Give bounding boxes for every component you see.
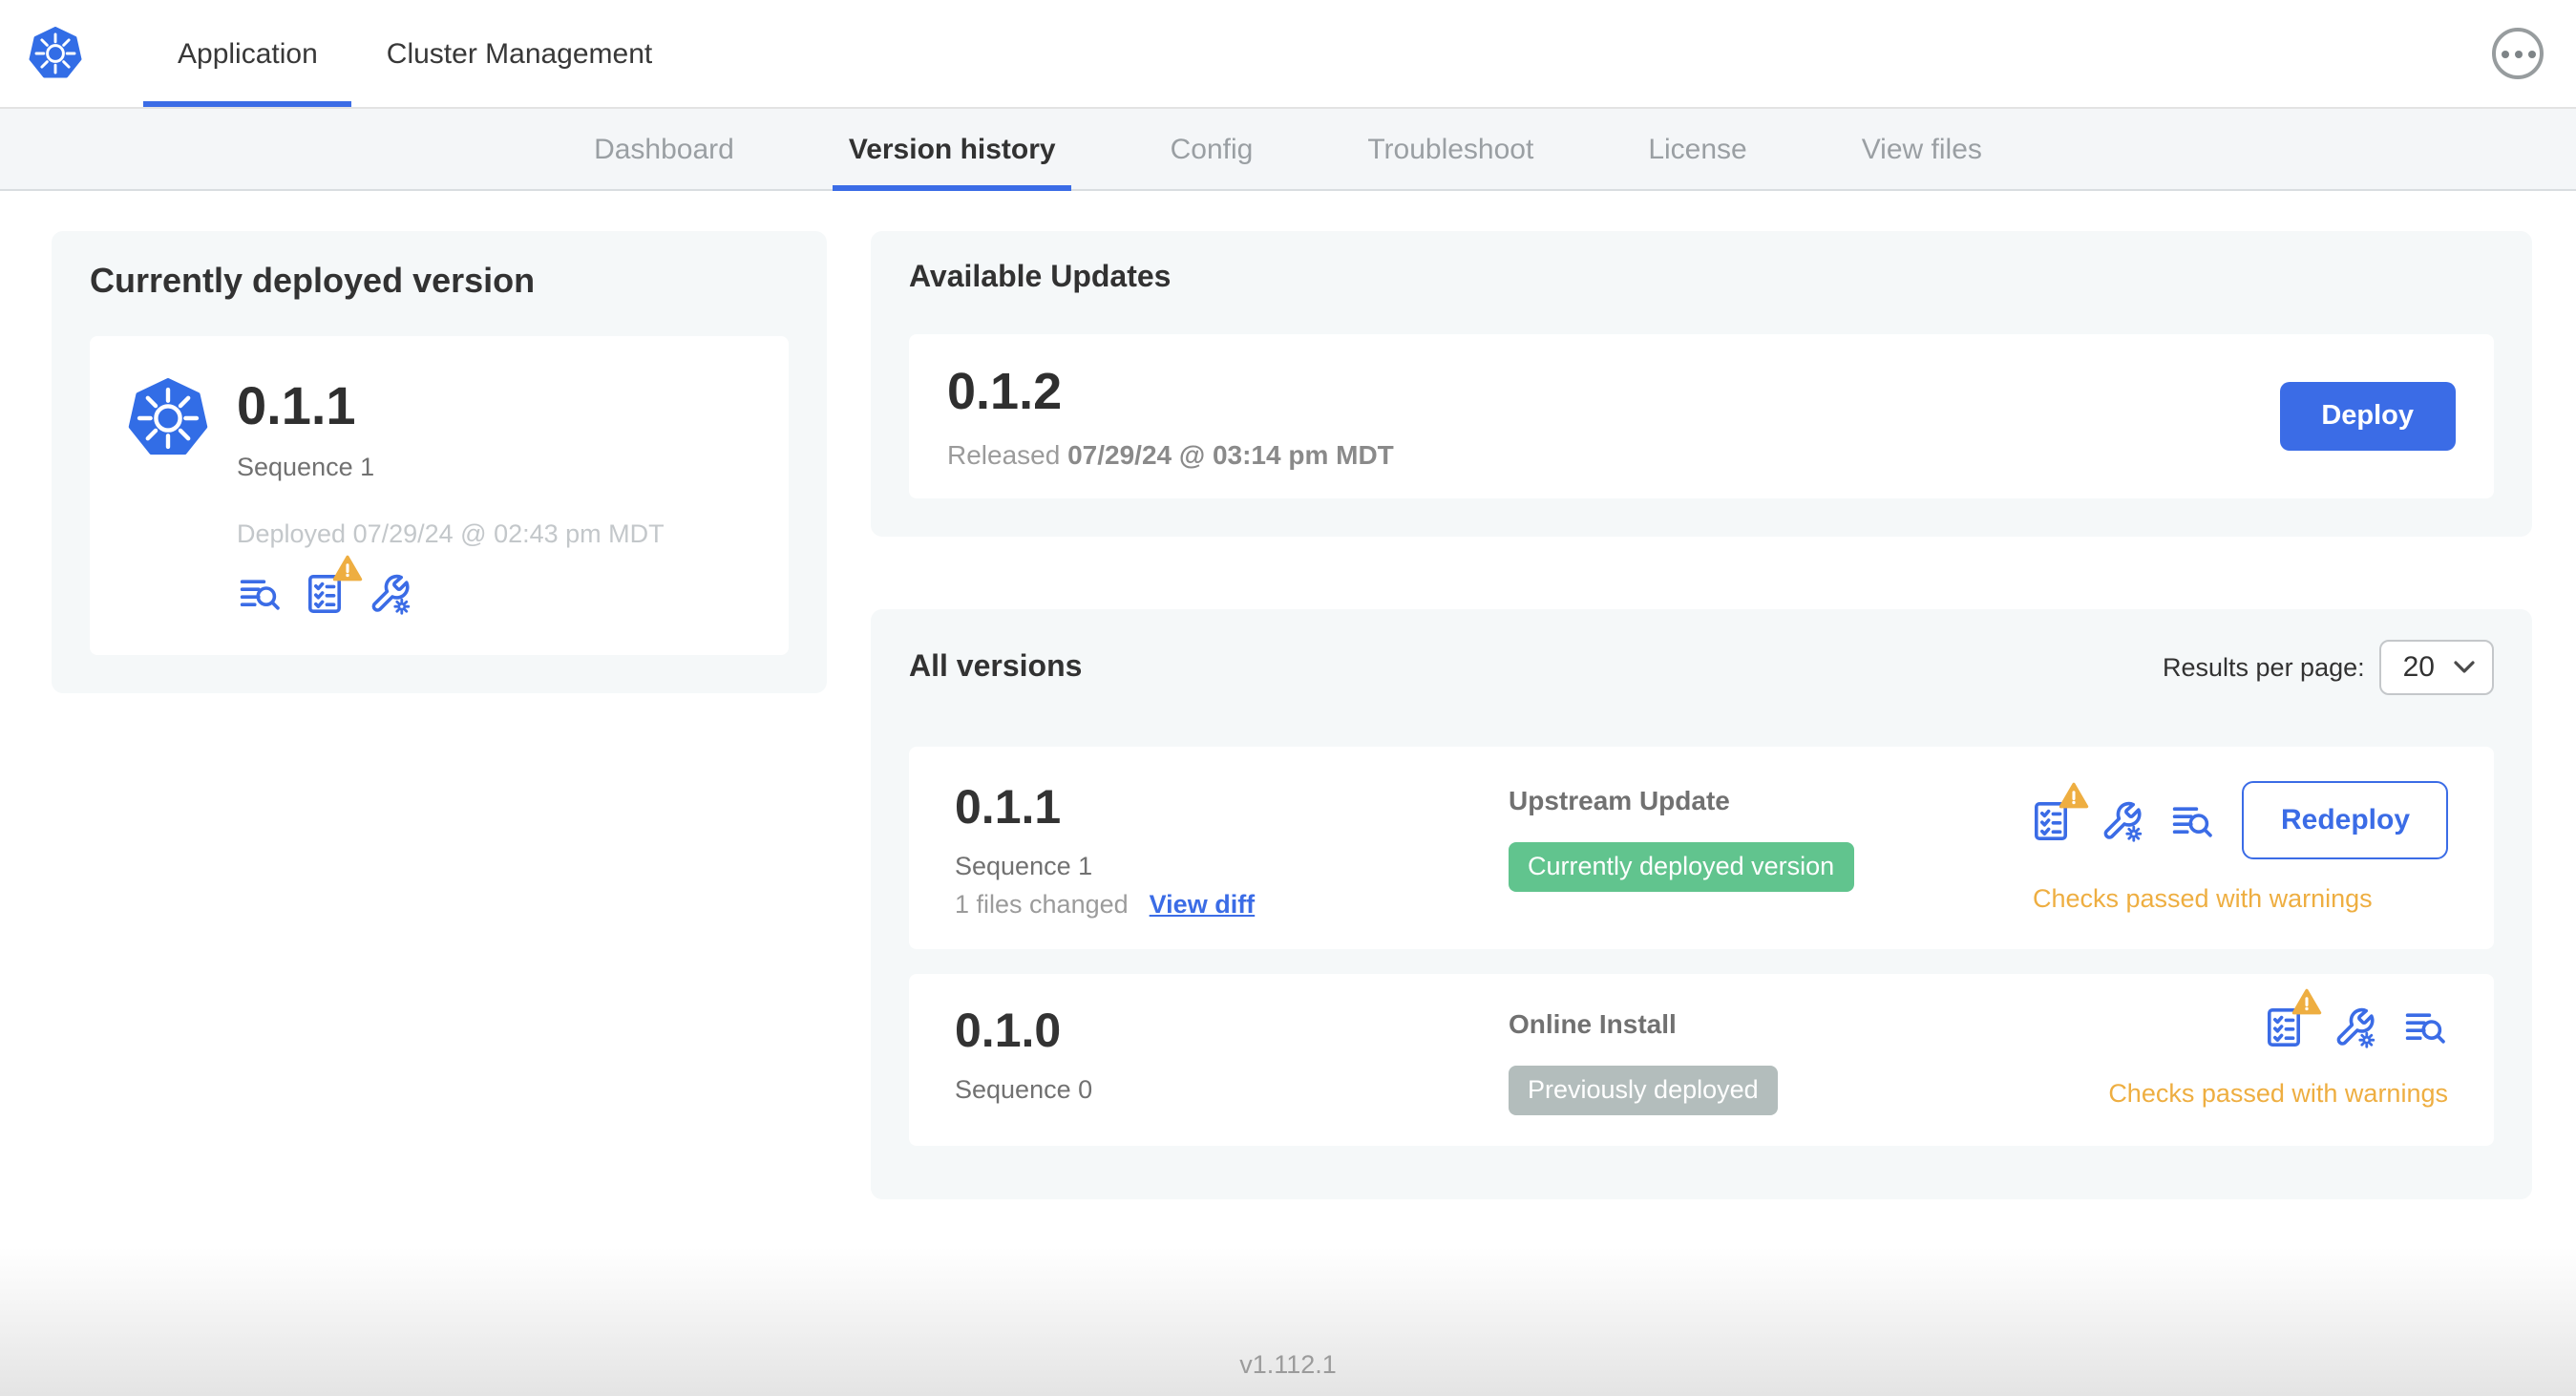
view-diff-link[interactable]: View diff: [1150, 890, 1256, 919]
deploy-logs-icon[interactable]: [2170, 797, 2216, 843]
tab-application[interactable]: Application: [143, 0, 353, 107]
version-row-source: Online Install Previously deployed: [1509, 1005, 2108, 1115]
tab-application-label: Application: [178, 37, 318, 70]
current-version-panel: Currently deployed version 0.1.1 Sequenc…: [52, 231, 827, 693]
current-version-sequence: Sequence 1: [237, 452, 375, 481]
version-row: 0.1.1 Sequence 1 1 files changed View di…: [909, 747, 2494, 949]
tab-cluster-management-label: Cluster Management: [386, 37, 653, 70]
version-history-column: Available Updates 0.1.2 Released 07/29/2…: [871, 231, 2532, 1199]
warning-triangle-icon: [2291, 988, 2322, 1014]
version-number: 0.1.1: [955, 781, 1062, 835]
top-tab-bar: Application Cluster Management: [143, 0, 686, 107]
current-version-title: Currently deployed version: [90, 262, 536, 300]
version-row-source: Upstream Update Currently deployed versi…: [1509, 781, 2029, 919]
console-version-text: v1.112.1: [1239, 1350, 1337, 1379]
results-per-page-value: 20: [2402, 651, 2435, 685]
version-row-actions: Checks passed with warnings: [2108, 988, 2448, 1115]
current-version-card: 0.1.1 Sequence 1 Deployed 07/29/24 @ 02:…: [90, 336, 789, 655]
current-version-column: Currently deployed version 0.1.1 Sequenc…: [52, 231, 827, 693]
preflight-status-text: Checks passed with warnings: [2032, 884, 2373, 914]
version-row-actions: Redeploy Checks passed with warnings: [2029, 781, 2448, 919]
warning-triangle-icon: [2059, 781, 2090, 808]
kubernetes-logo-icon: [29, 27, 82, 78]
overflow-menu-button[interactable]: [2492, 28, 2544, 79]
deployed-status-badge: Currently deployed version: [1509, 842, 1854, 893]
admin-console-page: Application Cluster Management Dashboard…: [0, 0, 2576, 1396]
subtab-config[interactable]: Config: [1113, 109, 1311, 189]
kubernetes-app-icon: [128, 378, 208, 458]
version-source-label: Upstream Update: [1509, 785, 1730, 816]
version-source-label: Online Install: [1509, 1007, 1677, 1039]
deploy-button[interactable]: Deploy: [2279, 382, 2456, 452]
version-sequence: Sequence 0: [955, 1074, 1093, 1104]
app-subnav: Dashboard Version history Config Trouble…: [0, 109, 2576, 191]
results-per-page-select[interactable]: 20: [2379, 640, 2494, 696]
results-per-page: Results per page: 20: [2163, 640, 2494, 696]
available-update-info: 0.1.2 Released 07/29/24 @ 03:14 pm MDT: [947, 363, 1394, 470]
version-number: 0.1.0: [955, 1004, 1062, 1058]
deploy-logs-icon[interactable]: [2402, 1005, 2448, 1050]
current-version-actions: [237, 555, 665, 617]
version-row-info: 0.1.0 Sequence 0: [955, 1005, 1509, 1115]
current-version-details: 0.1.1 Sequence 1 Deployed 07/29/24 @ 02:…: [237, 376, 665, 617]
all-versions-header: All versions Results per page: 20: [909, 640, 2494, 696]
preflight-checks-icon[interactable]: [2029, 781, 2090, 843]
preflight-checks-icon[interactable]: [302, 555, 363, 617]
main-content: Currently deployed version 0.1.1 Sequenc…: [0, 191, 2576, 1199]
version-files-line: 1 files changed View diff: [955, 890, 1509, 919]
version-sequence: Sequence 1: [955, 851, 1093, 880]
update-version-number: 0.1.2: [947, 363, 1063, 420]
redeploy-button[interactable]: Redeploy: [2242, 781, 2448, 860]
deployed-status-badge: Previously deployed: [1509, 1065, 1778, 1115]
ellipsis-icon: [2501, 50, 2508, 57]
config-icon[interactable]: [2100, 797, 2145, 843]
config-icon[interactable]: [367, 571, 412, 617]
deploy-logs-icon[interactable]: [237, 571, 283, 617]
top-nav: Application Cluster Management: [0, 0, 2576, 109]
version-row-info: 0.1.1 Sequence 1 1 files changed View di…: [955, 781, 1509, 919]
files-changed-label: 1 files changed: [955, 889, 1129, 919]
available-updates-panel: Available Updates 0.1.2 Released 07/29/2…: [871, 231, 2532, 538]
preflight-status-text: Checks passed with warnings: [2108, 1078, 2448, 1108]
current-version-deployed-date: Deployed 07/29/24 @ 02:43 pm MDT: [237, 518, 665, 548]
available-updates-title: Available Updates: [909, 262, 1172, 294]
tab-cluster-management[interactable]: Cluster Management: [352, 0, 686, 107]
current-version-number: 0.1.1: [237, 376, 356, 435]
available-update-card: 0.1.2 Released 07/29/24 @ 03:14 pm MDT D…: [909, 334, 2494, 499]
chevron-down-icon: [2454, 661, 2475, 673]
subtab-troubleshoot[interactable]: Troubleshoot: [1310, 109, 1591, 189]
update-released-line: Released 07/29/24 @ 03:14 pm MDT: [947, 439, 1394, 470]
all-versions-panel: All versions Results per page: 20 0.1.1 …: [871, 609, 2532, 1199]
config-icon[interactable]: [2332, 1005, 2377, 1050]
subtab-version-history[interactable]: Version history: [792, 109, 1113, 191]
subtab-view-files[interactable]: View files: [1805, 109, 2039, 189]
preflight-checks-icon[interactable]: [2261, 988, 2322, 1050]
page-footer: v1.112.1: [0, 1247, 2576, 1396]
results-per-page-label: Results per page:: [2163, 653, 2365, 683]
warning-triangle-icon: [332, 555, 363, 581]
all-versions-title: All versions: [909, 650, 1083, 684]
version-row: 0.1.0 Sequence 0 Online Install Previous…: [909, 973, 2494, 1146]
subtab-dashboard[interactable]: Dashboard: [537, 109, 792, 189]
released-date: 07/29/24 @ 03:14 pm MDT: [1067, 439, 1394, 471]
released-label: Released: [947, 439, 1061, 471]
subtab-license[interactable]: License: [1591, 109, 1804, 189]
